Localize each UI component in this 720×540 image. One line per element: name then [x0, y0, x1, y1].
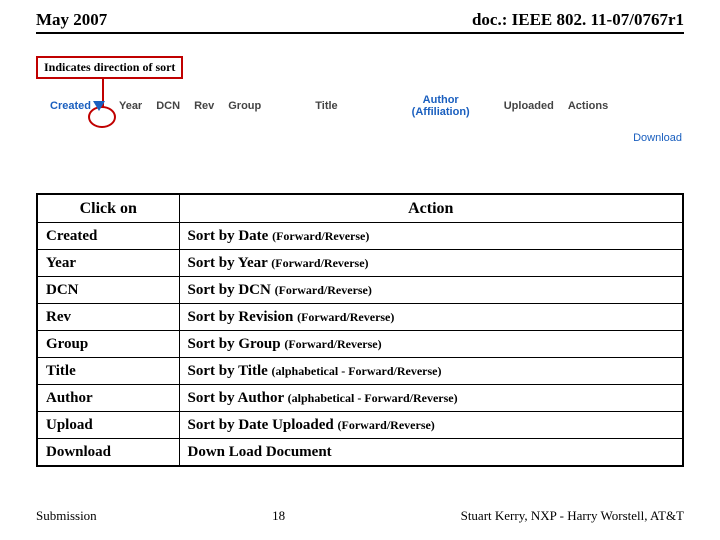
row-clickon: Year: [37, 250, 179, 277]
table-row: YearSort by Year (Forward/Reverse): [37, 250, 683, 277]
sort-desc-icon: [93, 101, 105, 111]
row-action: Sort by DCN (Forward/Reverse): [179, 277, 683, 304]
row-action-main: Sort by Author: [188, 390, 288, 406]
row-clickon: Upload: [37, 412, 179, 439]
col-created[interactable]: Created: [50, 100, 105, 112]
row-action: Sort by Year (Forward/Reverse): [179, 250, 683, 277]
row-action-main: Sort by DCN: [188, 282, 275, 298]
row-action: Sort by Group (Forward/Reverse): [179, 331, 683, 358]
row-clickon: DCN: [37, 277, 179, 304]
row-clickon: Group: [37, 331, 179, 358]
row-clickon: Author: [37, 385, 179, 412]
table-row: DCNSort by DCN (Forward/Reverse): [37, 277, 683, 304]
row-action-main: Sort by Revision: [188, 309, 298, 325]
row-clickon: Created: [37, 223, 179, 250]
row-clickon: Rev: [37, 304, 179, 331]
col-created-label: Created: [50, 100, 91, 112]
table-row: AuthorSort by Author (alphabetical - For…: [37, 385, 683, 412]
row-action: Sort by Date (Forward/Reverse): [179, 223, 683, 250]
col-group[interactable]: Group: [228, 100, 261, 112]
header-rule: [36, 32, 684, 34]
row-action-suffix: (alphabetical - Forward/Reverse): [272, 364, 442, 378]
row-action-suffix: (Forward/Reverse): [297, 310, 394, 324]
col-dcn[interactable]: DCN: [156, 100, 180, 112]
row-action: Sort by Author (alphabetical - Forward/R…: [179, 385, 683, 412]
row-action-main: Down Load Document: [188, 444, 332, 460]
column-header-row: Created Year DCN Rev Group Title Author …: [30, 94, 690, 146]
callout-text: Indicates direction of sort: [44, 60, 175, 74]
table-row: UploadSort by Date Uploaded (Forward/Rev…: [37, 412, 683, 439]
row-clickon: Title: [37, 358, 179, 385]
row-action-main: Sort by Year: [188, 255, 272, 271]
row-action-suffix: (alphabetical - Forward/Reverse): [288, 391, 458, 405]
row-action-main: Sort by Date Uploaded: [188, 417, 338, 433]
footer: Submission 18 Stuart Kerry, NXP - Harry …: [0, 508, 720, 524]
col-actions[interactable]: Actions: [568, 100, 608, 112]
table-row: Download Down Load Document: [37, 439, 683, 467]
sort-direction-callout: Indicates direction of sort: [36, 56, 183, 79]
footer-left: Submission: [36, 508, 97, 524]
header-bar: May 2007 doc.: IEEE 802. 11-07/0767r1: [0, 0, 720, 32]
header-date: May 2007: [36, 10, 107, 30]
row-action-suffix: (Forward/Reverse): [272, 229, 369, 243]
row-action-suffix: (Forward/Reverse): [338, 418, 435, 432]
row-action-main: Sort by Date: [188, 228, 273, 244]
table-row: RevSort by Revision (Forward/Reverse): [37, 304, 683, 331]
footer-right: Stuart Kerry, NXP - Harry Worstell, AT&T: [461, 508, 684, 524]
row-action: Sort by Title (alphabetical - Forward/Re…: [179, 358, 683, 385]
table-row: GroupSort by Group (Forward/Reverse): [37, 331, 683, 358]
col-rev[interactable]: Rev: [194, 100, 214, 112]
table-head-row: Click on Action: [37, 194, 683, 223]
table-row: TitleSort by Title (alphabetical - Forwa…: [37, 358, 683, 385]
row-action: Sort by Date Uploaded (Forward/Reverse): [179, 412, 683, 439]
col-author-line2: (Affiliation): [412, 106, 470, 118]
th-action: Action: [179, 194, 683, 223]
row-action-main: Sort by Title: [188, 363, 272, 379]
row-action-suffix: (Forward/Reverse): [271, 256, 368, 270]
col-author-line1: Author: [423, 94, 459, 106]
row-action-main: Sort by Group: [188, 336, 285, 352]
col-author[interactable]: Author (Affiliation): [412, 94, 470, 118]
col-title[interactable]: Title: [315, 100, 337, 112]
header-docref: doc.: IEEE 802. 11-07/0767r1: [472, 10, 684, 30]
col-year[interactable]: Year: [119, 100, 142, 112]
table-row: CreatedSort by Date (Forward/Reverse): [37, 223, 683, 250]
row-action: Sort by Revision (Forward/Reverse): [179, 304, 683, 331]
row-action: Down Load Document: [179, 439, 683, 467]
footer-page: 18: [272, 508, 285, 524]
row-action-suffix: (Forward/Reverse): [284, 337, 381, 351]
row-action-suffix: (Forward/Reverse): [275, 283, 372, 297]
sort-actions-table: Click on Action CreatedSort by Date (For…: [36, 193, 684, 467]
col-uploaded[interactable]: Uploaded: [504, 100, 554, 112]
row-clickon: Download: [37, 439, 179, 467]
download-link[interactable]: Download: [633, 132, 682, 144]
th-clickon: Click on: [37, 194, 179, 223]
